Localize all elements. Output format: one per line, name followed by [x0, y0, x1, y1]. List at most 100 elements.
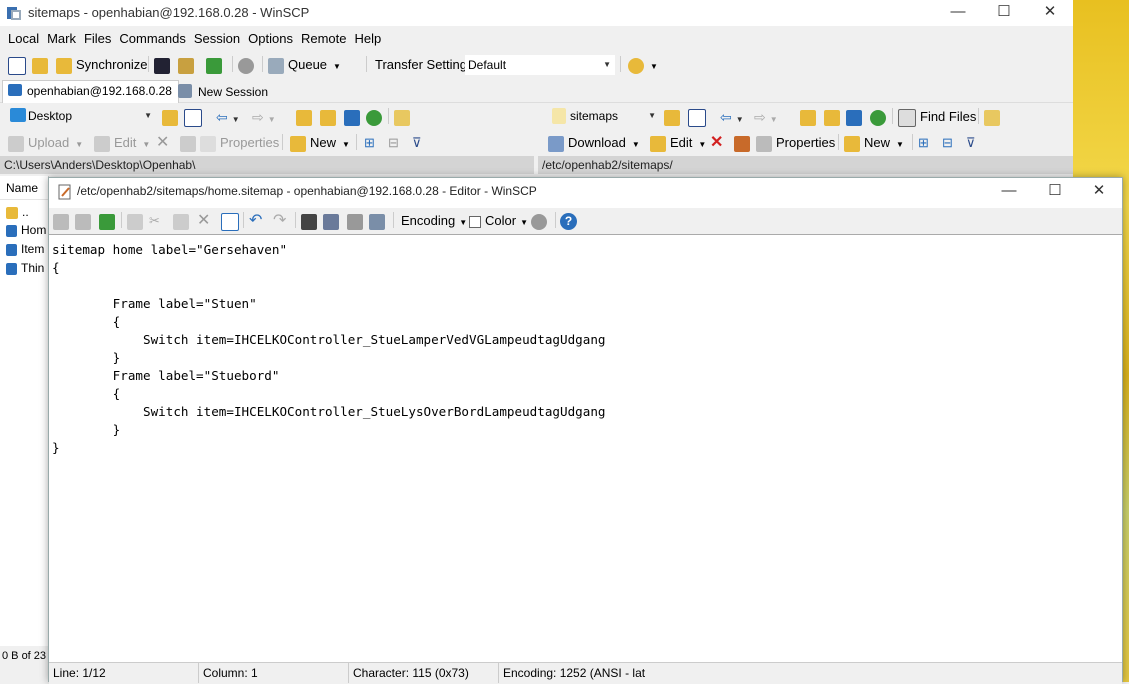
left-unselect-button[interactable]: ⊟: [388, 132, 399, 154]
left-edit-button[interactable]: Edit ▼: [94, 132, 150, 154]
queue-button[interactable]: Queue ▼: [268, 54, 341, 76]
paste-button[interactable]: [173, 210, 189, 232]
right-properties-button[interactable]: Properties: [756, 132, 835, 154]
open-terminal-button[interactable]: [154, 54, 170, 76]
transfer-options-button[interactable]: ▼: [628, 54, 658, 76]
right-back-button[interactable]: ⇦ ▼: [720, 106, 744, 128]
list-item-parent[interactable]: ..: [6, 203, 29, 221]
left-refresh-button[interactable]: [366, 106, 382, 128]
left-root-dir-button[interactable]: [320, 106, 336, 128]
right-edit-button[interactable]: Edit ▼: [650, 132, 706, 154]
left-new-button[interactable]: New ▼: [290, 132, 350, 154]
right-select-button[interactable]: ⊞: [918, 132, 929, 154]
list-item[interactable]: Hom: [6, 221, 46, 239]
list-item[interactable]: Item: [6, 240, 44, 258]
minimize-button[interactable]: —: [935, 0, 981, 26]
left-forward-button[interactable]: ⇨ ▼: [252, 106, 276, 128]
sync-browse-button[interactable]: [32, 54, 48, 76]
session-tab-active[interactable]: openhabian@192.168.0.28: [2, 80, 179, 103]
left-filter-select-button[interactable]: ⊽: [412, 132, 422, 154]
menu-options[interactable]: Options: [244, 28, 297, 49]
close-button[interactable]: ✕: [1027, 0, 1073, 26]
right-filter-button[interactable]: [688, 106, 706, 128]
left-back-button[interactable]: ⇦ ▼: [216, 106, 240, 128]
right-home-button[interactable]: [846, 106, 862, 128]
menu-mark[interactable]: Mark: [43, 28, 80, 49]
redo-button[interactable]: ↷: [273, 210, 286, 232]
right-path-bar[interactable]: /etc/openhab2/sitemaps/: [538, 156, 1073, 174]
left-location-select[interactable]: Desktop ▼: [6, 106, 156, 126]
menu-files[interactable]: Files: [80, 28, 115, 49]
left-filter-button[interactable]: [184, 106, 202, 128]
list-item-label: Thin: [21, 261, 45, 275]
editor-text-area[interactable]: sitemap home label="Gersehaven" { Frame …: [49, 234, 1122, 663]
help-button[interactable]: ?: [560, 210, 577, 232]
right-forward-button[interactable]: ⇨ ▼: [754, 106, 778, 128]
column-header-name[interactable]: Name: [0, 176, 48, 200]
right-root-dir-button[interactable]: [824, 106, 840, 128]
menu-remote[interactable]: Remote: [297, 28, 351, 49]
arrow-right-icon: ⇨: [252, 109, 264, 125]
rename-icon: [734, 135, 750, 152]
right-open-folder-button[interactable]: [664, 106, 680, 128]
delete-text-button[interactable]: ✕: [197, 210, 210, 232]
cut-button[interactable]: ✂: [149, 210, 160, 232]
menu-session[interactable]: Session: [190, 28, 244, 49]
left-delete-button[interactable]: ✕: [156, 132, 169, 154]
select-all-button[interactable]: [221, 210, 239, 232]
preferences-button[interactable]: [238, 54, 254, 76]
paste-icon: [173, 213, 189, 230]
save-button[interactable]: [53, 210, 69, 232]
synchronize-icon: [56, 57, 72, 74]
transfer-settings-select[interactable]: Default ▼: [465, 55, 615, 75]
right-rename-button[interactable]: [734, 132, 750, 154]
left-select-button[interactable]: ⊞: [364, 132, 375, 154]
editor-preferences-button[interactable]: [531, 210, 547, 232]
editor-content[interactable]: sitemap home label="Gersehaven" { Frame …: [52, 241, 606, 457]
replace-button[interactable]: [323, 210, 339, 232]
list-item[interactable]: Thin: [6, 259, 44, 277]
new-session-tab[interactable]: New Session: [176, 82, 268, 102]
save-all-button[interactable]: [75, 210, 91, 232]
left-tree-button[interactable]: [394, 106, 410, 128]
chevron-down-icon: ▼: [648, 111, 656, 120]
goto-line-button[interactable]: [369, 210, 385, 232]
menu-help[interactable]: Help: [350, 28, 385, 49]
left-open-folder-button[interactable]: [162, 106, 178, 128]
copy-button[interactable]: [127, 210, 143, 232]
undo-button[interactable]: ↶: [249, 210, 262, 232]
editor-window: /etc/openhab2/sitemaps/home.sitemap - op…: [48, 177, 1123, 684]
right-refresh-button[interactable]: [870, 106, 886, 128]
left-home-button[interactable]: [344, 106, 360, 128]
find-files-button[interactable]: Find Files: [898, 106, 976, 128]
editor-minimize-button[interactable]: —: [986, 178, 1032, 206]
status-line: Line: 1/12: [49, 663, 199, 683]
color-menu[interactable]: Color ▼: [469, 210, 528, 232]
editor-maximize-button[interactable]: ☐: [1032, 178, 1078, 206]
left-properties-button[interactable]: Properties: [180, 132, 279, 154]
putty-button[interactable]: [178, 54, 194, 76]
right-filter-select-button[interactable]: ⊽: [966, 132, 976, 154]
right-location-select[interactable]: sitemaps ▼: [548, 106, 660, 126]
preferences-sync-button[interactable]: [206, 54, 222, 76]
left-path-bar[interactable]: C:\Users\Anders\Desktop\Openhab\: [0, 156, 534, 174]
find-button[interactable]: [301, 210, 317, 232]
menu-local[interactable]: Local: [4, 28, 43, 49]
right-parent-dir-button[interactable]: [800, 106, 816, 128]
compare-dirs-button[interactable]: [8, 54, 26, 76]
synchronize-button[interactable]: Synchronize: [56, 54, 148, 76]
find-next-button[interactable]: [347, 210, 363, 232]
right-delete-button[interactable]: ✕: [710, 132, 723, 154]
download-button[interactable]: Download ▼: [548, 132, 640, 154]
right-new-button[interactable]: New ▼: [844, 132, 904, 154]
download-label: Download: [568, 135, 626, 150]
left-parent-dir-button[interactable]: [296, 106, 312, 128]
maximize-button[interactable]: ☐: [981, 0, 1027, 26]
editor-close-button[interactable]: ✕: [1076, 178, 1122, 206]
upload-button[interactable]: Upload ▼: [8, 132, 83, 154]
menu-commands[interactable]: Commands: [115, 28, 189, 49]
right-unselect-button[interactable]: ⊟: [942, 132, 953, 154]
encoding-menu[interactable]: Encoding ▼: [401, 210, 467, 232]
reload-button[interactable]: [99, 210, 115, 232]
right-tree-button[interactable]: [984, 106, 1000, 128]
